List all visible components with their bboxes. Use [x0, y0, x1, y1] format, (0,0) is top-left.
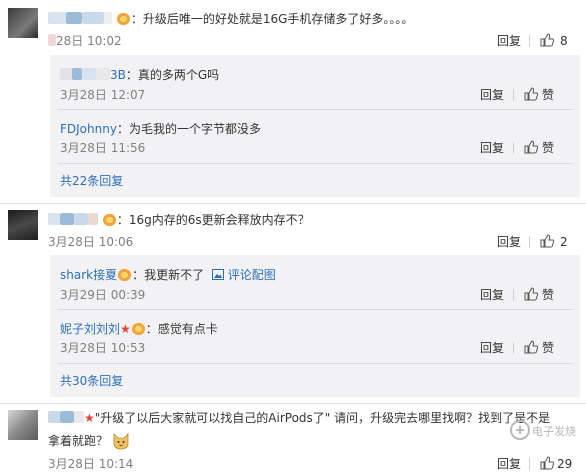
reply-header: shark接夏 ：我更新不了 评论配图: [60, 266, 276, 283]
username-blurred[interactable]: [48, 213, 60, 225]
thumb-up-icon[interactable]: [540, 456, 554, 470]
separator: [513, 342, 514, 354]
like-count: 29: [557, 457, 573, 471]
like-count: 2: [560, 235, 568, 249]
member-badge-icon: [118, 269, 132, 281]
watermark-text: 电子发烧友: [532, 424, 576, 438]
reply-text: ：感觉有点卡: [145, 322, 218, 336]
divider: [0, 203, 586, 204]
comment-header: ★"升级了以后大家就可以找自己的AirPods了" 请问，升级完去哪里找啊？找到…: [48, 410, 550, 426]
reply-button[interactable]: 回复: [480, 140, 504, 156]
like-button[interactable]: 赞: [542, 287, 554, 303]
reply-list: 3B：真的多两个G吗 3月28日 12:07 回复 赞 FDJohnny：为毛我…: [50, 55, 580, 197]
reply-button[interactable]: 回复: [497, 33, 521, 49]
star-icon: ★: [84, 411, 95, 425]
reply-header: 妮子刘刘刘★ ：感觉有点卡: [60, 320, 218, 337]
separator: [529, 458, 530, 470]
reply-time: 3月28日 11:56: [60, 141, 146, 155]
reply-text: ：真的多两个G吗: [125, 68, 220, 82]
watermark-logo: 电子发烧友: [510, 420, 576, 440]
reply-button[interactable]: 回复: [497, 234, 521, 250]
avatar[interactable]: [8, 410, 38, 440]
thumb-up-icon[interactable]: [540, 234, 554, 248]
reply-list: shark接夏 ：我更新不了 评论配图 3月29日 00:39 回复 赞 妮子刘刘…: [50, 255, 580, 397]
reply-text: ：为毛我的一个字节都没多: [116, 122, 261, 136]
avatar[interactable]: [8, 210, 38, 240]
thumb-up-icon[interactable]: [524, 287, 538, 301]
divider: [58, 309, 573, 310]
separator: [529, 35, 530, 47]
member-badge-icon: [116, 13, 130, 25]
reply-button[interactable]: 回复: [480, 287, 504, 303]
username-blurred[interactable]: [48, 12, 66, 24]
reply-button[interactable]: 回复: [480, 340, 504, 356]
like-button[interactable]: 赞: [542, 140, 554, 156]
reply-username[interactable]: 3B: [110, 68, 126, 82]
more-replies-link[interactable]: 共22条回复: [60, 173, 123, 189]
attachment-link[interactable]: 评论配图: [228, 268, 276, 282]
separator: [513, 289, 514, 301]
member-badge-icon: [102, 214, 116, 226]
divider: [0, 403, 586, 404]
comment-text-line2: 拿着就跑？: [48, 432, 130, 450]
comment-text: "升级了以后大家就可以找自己的AirPods了" 请问，升级完去哪里找啊？找到了…: [94, 411, 551, 425]
cat-emoji-icon: [113, 433, 129, 450]
divider: [58, 163, 573, 164]
comment-text: ：16g内存的6s更新会释放内存不？: [116, 213, 310, 227]
separator: [513, 142, 514, 154]
comment-header: ：升级后唯一的好处就是16G手机存储多了好多。。。。: [48, 11, 413, 27]
username-blurred[interactable]: [48, 411, 60, 423]
separator: [529, 236, 530, 248]
reply-button[interactable]: 回复: [497, 456, 521, 472]
member-badge-icon: [131, 323, 145, 335]
thumb-up-icon[interactable]: [540, 33, 554, 47]
reply-time: 3月29日 00:39: [60, 288, 146, 302]
star-icon: ★: [120, 322, 131, 336]
divider: [58, 109, 573, 110]
avatar[interactable]: [8, 8, 38, 38]
like-button[interactable]: 赞: [542, 340, 554, 356]
thumb-up-icon[interactable]: [524, 87, 538, 101]
reply-time: 3月28日 10:53: [60, 341, 146, 355]
reply-username[interactable]: shark接夏: [60, 268, 117, 282]
thumb-up-icon[interactable]: [524, 140, 538, 154]
like-button[interactable]: 赞: [542, 87, 554, 103]
comment-time: 3月28日 10:14: [48, 457, 134, 471]
comment-time: 3月28日 10:06: [48, 235, 134, 249]
like-count: 8: [560, 34, 568, 48]
reply-time: 3月28日 12:07: [60, 88, 146, 102]
reply-header: FDJohnny：为毛我的一个字节都没多: [60, 120, 261, 137]
reply-header: 3B：真的多两个G吗: [60, 66, 219, 83]
divider: [58, 363, 573, 364]
thumb-up-icon[interactable]: [524, 340, 538, 354]
reply-username[interactable]: FDJohnny: [60, 122, 117, 136]
more-replies-link[interactable]: 共30条回复: [60, 373, 123, 389]
reply-username[interactable]: 妮子刘刘刘: [60, 322, 120, 336]
separator: [513, 89, 514, 101]
comment-time: 28日 10:02: [48, 33, 122, 49]
image-icon[interactable]: [211, 269, 224, 280]
comment-header: ：16g内存的6s更新会释放内存不？: [48, 212, 310, 228]
reply-button[interactable]: 回复: [480, 87, 504, 103]
comment-text: ：升级后唯一的好处就是16G手机存储多了好多。。。。: [130, 12, 414, 26]
reply-text: ：我更新不了: [132, 268, 205, 282]
